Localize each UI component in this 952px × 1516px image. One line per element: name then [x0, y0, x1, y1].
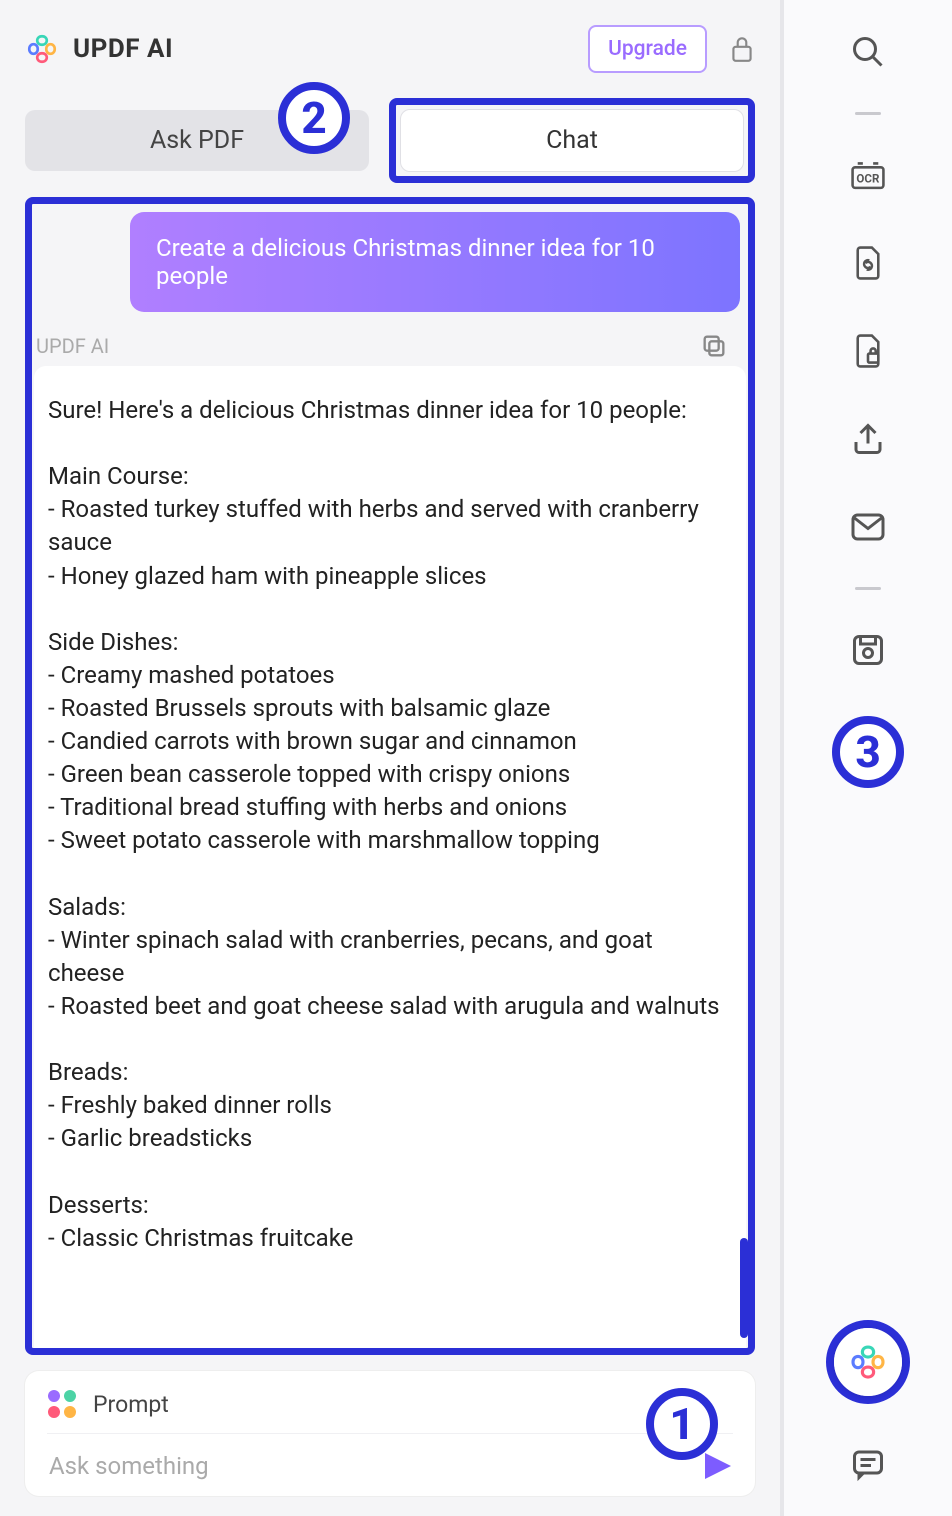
tab-chat[interactable]: Chat — [400, 109, 744, 172]
mail-icon[interactable] — [840, 499, 896, 555]
sidebar-divider — [855, 587, 881, 590]
chat-area: Create a delicious Christmas dinner idea… — [25, 197, 755, 1355]
annotation-badge-1: 1 — [646, 1388, 718, 1460]
refresh-page-icon[interactable] — [840, 235, 896, 291]
ocr-icon[interactable]: OCR — [840, 147, 896, 203]
ask-input[interactable]: Ask something — [49, 1452, 705, 1480]
user-message: Create a delicious Christmas dinner idea… — [130, 212, 740, 312]
assistant-reply[interactable]: Sure! Here's a delicious Christmas dinne… — [34, 366, 746, 1348]
share-icon[interactable] — [840, 411, 896, 467]
reply-header: UPDF AI — [32, 330, 748, 366]
upgrade-button[interactable]: Upgrade — [588, 25, 707, 73]
header-right: Upgrade — [588, 25, 755, 73]
app-title: UPDF AI — [73, 34, 173, 64]
svg-text:OCR: OCR — [856, 172, 880, 186]
comment-icon[interactable] — [840, 1436, 896, 1492]
tabs: Ask PDF Chat — [25, 98, 755, 183]
ai-logo-button[interactable] — [834, 1328, 902, 1396]
tab-chat-highlight: Chat — [389, 98, 755, 183]
save-icon[interactable] — [840, 622, 896, 678]
send-icon[interactable] — [705, 1453, 731, 1479]
ask-row: Ask something — [47, 1440, 733, 1484]
input-section: Prompt Ask something — [25, 1371, 755, 1496]
copy-icon[interactable] — [700, 332, 728, 360]
chat-panel: 2 1 UPDF AI Upgrade Ask PDF Chat Create … — [0, 0, 780, 1516]
annotation-badge-3: 3 — [832, 716, 904, 788]
header-left: UPDF AI — [25, 32, 173, 66]
header: UPDF AI Upgrade — [25, 20, 755, 98]
protect-page-icon[interactable] — [840, 323, 896, 379]
reply-source-label: UPDF AI — [36, 334, 109, 358]
annotation-badge-2: 2 — [278, 82, 350, 154]
annotation-badge-sidebar-logo — [826, 1320, 910, 1404]
right-sidebar: OCR 3 — [780, 0, 952, 1516]
scrollbar-thumb[interactable] — [740, 1238, 748, 1338]
search-icon[interactable] — [840, 24, 896, 80]
prompt-row[interactable]: Prompt — [47, 1385, 733, 1434]
prompt-grid-icon — [47, 1389, 77, 1419]
prompt-label: Prompt — [93, 1391, 169, 1418]
lock-icon[interactable] — [729, 34, 755, 64]
sidebar-divider — [855, 112, 881, 115]
app-logo-icon — [25, 32, 59, 66]
